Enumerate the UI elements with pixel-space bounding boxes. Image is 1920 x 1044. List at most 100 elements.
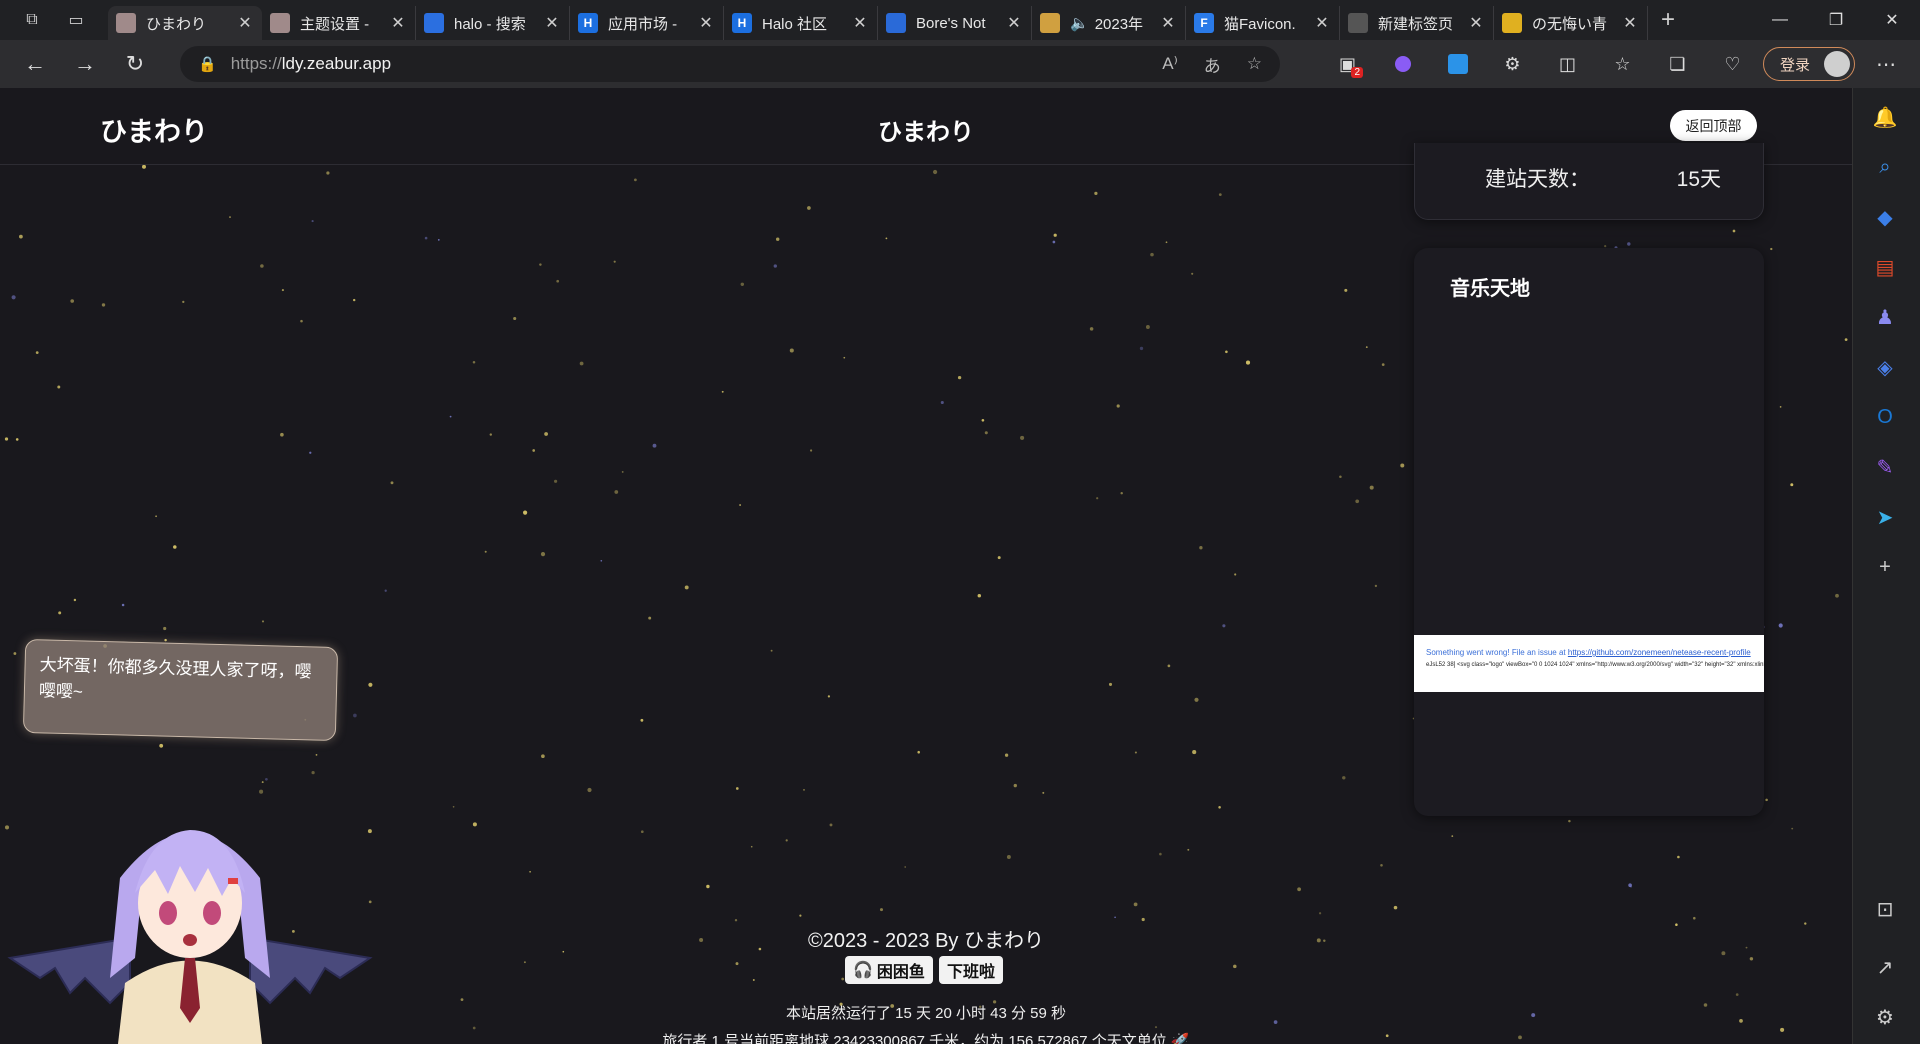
minimize-button[interactable]: —: [1752, 0, 1808, 40]
games-icon[interactable]: ♟: [1870, 302, 1900, 332]
star-dot: [326, 171, 330, 175]
star-dot: [773, 264, 777, 268]
tab-8[interactable]: 新建标签页 ✕: [1340, 6, 1494, 40]
star-dot: [1451, 835, 1454, 837]
tab-close-icon[interactable]: ✕: [236, 13, 254, 33]
close-window-button[interactable]: ✕: [1864, 0, 1920, 40]
music-error-text: Something went wrong! File an issue at: [1426, 648, 1566, 657]
settings-gear-icon[interactable]: ⚙: [1870, 1002, 1900, 1032]
star-dot: [260, 264, 264, 268]
open-external-icon[interactable]: ↗: [1870, 952, 1900, 982]
star-dot: [1778, 623, 1783, 628]
footer-badge-off-work[interactable]: 下班啦: [938, 956, 1003, 984]
star-dot: [259, 789, 264, 794]
tab-close-icon[interactable]: ✕: [851, 13, 869, 33]
refresh-button[interactable]: ↻: [110, 40, 160, 88]
telegram-icon[interactable]: ➤: [1870, 502, 1900, 532]
star-dot: [173, 545, 177, 549]
copilot-icon[interactable]: ◈: [1870, 352, 1900, 382]
star-dot: [437, 239, 440, 241]
performance-heart-icon[interactable]: ♡: [1705, 40, 1760, 88]
tab-close-icon[interactable]: ✕: [1313, 13, 1331, 33]
notification-bell-icon[interactable]: 🔔: [1870, 102, 1900, 132]
designer-icon[interactable]: ✎: [1870, 452, 1900, 482]
star-dot: [652, 443, 657, 448]
new-tab-button[interactable]: +: [1648, 6, 1688, 34]
outlook-icon[interactable]: O: [1870, 402, 1900, 432]
tab-9[interactable]: の无悔い青 ✕: [1494, 6, 1648, 40]
favorites-icon[interactable]: ☆: [1595, 40, 1650, 88]
star-dot: [579, 361, 584, 366]
extensions-puzzle-icon[interactable]: ⚙: [1485, 40, 1540, 88]
url-action-icons: A⁾ あ ☆: [1162, 46, 1262, 82]
forward-button[interactable]: →: [60, 40, 110, 88]
star-dot: [556, 279, 560, 283]
tab-close-icon[interactable]: ✕: [1159, 13, 1177, 33]
tab-close-icon[interactable]: ✕: [697, 13, 715, 33]
tab-6[interactable]: 🔈 2023年 ✕: [1032, 6, 1186, 40]
star-dot: [1114, 916, 1116, 919]
tab-3[interactable]: H 应用市场 - ✕: [570, 6, 724, 40]
tab-close-icon[interactable]: ✕: [389, 13, 407, 33]
translate-icon[interactable]: あ: [1204, 52, 1221, 77]
add-sidebar-app-icon[interactable]: +: [1870, 552, 1900, 582]
star-dot: [1053, 233, 1057, 237]
music-error-link[interactable]: https://github.com/zonemeen/netease-rece…: [1568, 648, 1751, 657]
star-dot: [1630, 885, 1632, 888]
workspaces-icon[interactable]: ⧉: [12, 0, 52, 40]
collections-icon[interactable]: ❏: [1650, 40, 1705, 88]
tab-2[interactable]: halo - 搜索 ✕: [416, 6, 570, 40]
favorite-star-icon[interactable]: ☆: [1247, 54, 1262, 74]
tab-close-icon[interactable]: ✕: [1005, 13, 1023, 33]
blue-extension-icon[interactable]: [1430, 40, 1485, 88]
star-dot: [1116, 404, 1120, 408]
back-button[interactable]: ←: [10, 40, 60, 88]
star-dot: [977, 593, 982, 598]
restore-button[interactable]: ❐: [1808, 0, 1864, 40]
extension-badge: 2: [1351, 67, 1363, 78]
star-dot: [1380, 864, 1383, 867]
tab-1[interactable]: 主题设置 - ✕: [262, 6, 416, 40]
tab-close-icon[interactable]: ✕: [1621, 13, 1639, 33]
tab-5[interactable]: Bore's Not ✕: [878, 6, 1032, 40]
star-dot: [164, 638, 167, 642]
tools-briefcase-icon[interactable]: ▤: [1870, 252, 1900, 282]
audio-playing-icon[interactable]: 🔈: [1070, 14, 1089, 32]
tab-close-icon[interactable]: ✕: [1467, 13, 1485, 33]
more-menu-icon[interactable]: ⋯: [1862, 40, 1910, 88]
purple-extension-icon[interactable]: [1375, 40, 1430, 88]
star-dot: [1297, 887, 1301, 892]
star-dot: [789, 348, 794, 353]
url-field[interactable]: 🔒 https://ldy.zeabur.app A⁾ あ ☆: [180, 46, 1280, 82]
star-dot: [1400, 463, 1405, 468]
star-dot: [544, 432, 548, 436]
star-dot: [1844, 338, 1848, 341]
star-dot: [684, 585, 689, 590]
screenshot-icon[interactable]: ⊡: [1870, 894, 1900, 924]
tab-title: halo - 搜索: [454, 15, 526, 33]
tab-title: 主题设置 -: [300, 15, 370, 33]
tab-4[interactable]: H Halo 社区 ✕: [724, 6, 878, 40]
address-bar: ← → ↻ 🔒 https://ldy.zeabur.app A⁾ あ ☆ ▣ 2…: [0, 40, 1920, 88]
mascot-eye-left: [159, 901, 177, 925]
shopping-tag-icon[interactable]: ◆: [1870, 202, 1900, 232]
read-aloud-icon[interactable]: A⁾: [1162, 54, 1178, 74]
tabs-row: ひまわり ✕ 主题设置 - ✕ halo - 搜索 ✕ H 应用市场 - ✕ H Halo 社区 ✕ B…: [108, 0, 1648, 40]
star-dot: [803, 788, 805, 791]
star-dot: [70, 299, 75, 303]
star-dot: [997, 556, 1001, 560]
back-to-top-button[interactable]: 返回顶部: [1670, 110, 1757, 141]
star-dot: [384, 589, 387, 592]
tab-close-icon[interactable]: ✕: [543, 13, 561, 33]
music-error-code: eJsL52 38] <svg class="logo" viewBox="0 …: [1426, 662, 1764, 668]
tab-7[interactable]: F 猫Favicon. ✕: [1186, 6, 1340, 40]
tab-0[interactable]: ひまわり ✕: [108, 6, 262, 40]
extension-icon[interactable]: ▣ 2: [1320, 40, 1375, 88]
url-text[interactable]: https://ldy.zeabur.app: [231, 54, 391, 74]
toolbar-icons: ▣ 2 ⚙ ◫ ☆ ❏ ♡: [1320, 40, 1760, 88]
tab-actions-icon[interactable]: ▭: [56, 0, 96, 40]
login-button[interactable]: 登录: [1763, 47, 1855, 81]
search-icon[interactable]: ⌕: [1870, 152, 1900, 182]
split-screen-icon[interactable]: ◫: [1540, 40, 1595, 88]
footer-badge-sleepy-fish[interactable]: 🎧 困困鱼: [845, 956, 933, 984]
